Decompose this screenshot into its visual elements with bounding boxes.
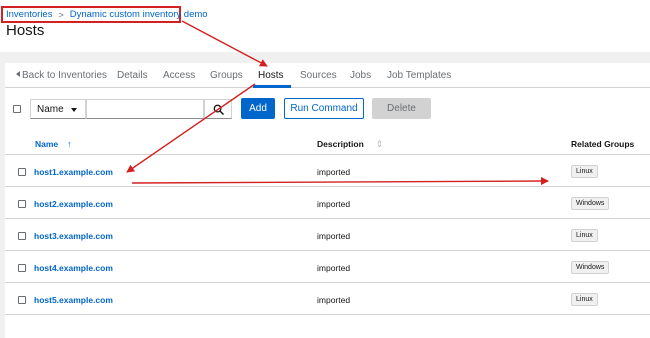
group-chip: Linux xyxy=(571,229,598,242)
tab-access[interactable]: Access xyxy=(163,70,195,81)
row-checkbox[interactable] xyxy=(18,264,26,272)
table-row: host2.example.com imported Windows xyxy=(5,188,650,219)
breadcrumb: Inventories > Dynamic custom inventory d… xyxy=(1,6,208,23)
tab-groups[interactable]: Groups xyxy=(210,70,243,81)
group-chip: Windows xyxy=(571,197,610,210)
host-description: imported xyxy=(317,263,351,273)
page-header: Inventories > Dynamic custom inventory d… xyxy=(0,0,650,52)
tab-bar: Back to Inventories Details Access Group… xyxy=(5,63,650,88)
column-header-name[interactable]: Name ↑ xyxy=(35,139,72,149)
host-description: imported xyxy=(317,199,351,209)
column-header-description-label: Description xyxy=(317,139,364,149)
tab-sources[interactable]: Sources xyxy=(300,70,337,81)
toolbar: Name Add Run Command Delete xyxy=(5,97,650,123)
tab-hosts[interactable]: Hosts xyxy=(258,70,284,81)
table-row: host5.example.com imported Linux xyxy=(5,284,650,315)
table-row: host3.example.com imported Linux xyxy=(5,220,650,251)
table-row: host1.example.com imported Linux xyxy=(5,156,650,187)
host-description: imported xyxy=(317,295,351,305)
tab-job-templates[interactable]: Job Templates xyxy=(387,70,451,81)
filter-select-value: Name xyxy=(37,103,64,115)
row-checkbox[interactable] xyxy=(18,232,26,240)
host-description: imported xyxy=(317,231,351,241)
tab-jobs[interactable]: Jobs xyxy=(350,70,371,81)
search-button[interactable] xyxy=(204,99,232,119)
page-title: Hosts xyxy=(6,22,45,39)
tab-details[interactable]: Details xyxy=(117,70,148,81)
breadcrumb-inventory-name[interactable]: Dynamic custom inventory demo xyxy=(70,9,208,20)
tab-back-label: Back to Inventories xyxy=(22,70,108,81)
column-header-description[interactable]: Description ⇕ xyxy=(317,139,383,150)
breadcrumb-separator: > xyxy=(58,9,64,20)
table-row: host4.example.com imported Windows xyxy=(5,252,650,283)
row-checkbox[interactable] xyxy=(18,296,26,304)
host-name-link[interactable]: host3.example.com xyxy=(34,231,113,241)
search-icon xyxy=(213,104,224,115)
active-tab-indicator xyxy=(253,85,291,88)
host-name-link[interactable]: host4.example.com xyxy=(34,263,113,273)
group-chip: Linux xyxy=(571,293,598,306)
group-chip: Windows xyxy=(571,261,610,274)
host-name-link[interactable]: host5.example.com xyxy=(34,295,113,305)
group-chip: Linux xyxy=(571,165,598,178)
delete-button[interactable]: Delete xyxy=(372,98,431,119)
select-all-checkbox[interactable] xyxy=(13,105,21,113)
column-header-name-label: Name xyxy=(35,139,59,149)
column-header-related-groups: Related Groups xyxy=(571,139,635,149)
breadcrumb-inventories[interactable]: Inventories xyxy=(6,9,52,20)
host-name-link[interactable]: host2.example.com xyxy=(34,199,113,209)
chevron-down-icon xyxy=(71,108,77,112)
sort-ascending-icon: ↑ xyxy=(67,139,72,149)
tab-back-to-inventories[interactable]: Back to Inventories xyxy=(16,70,107,81)
add-button[interactable]: Add xyxy=(241,98,275,119)
caret-left-icon xyxy=(16,71,20,77)
table-header: Name ↑ Description ⇕ Related Groups xyxy=(5,135,650,155)
sort-icon: ⇕ xyxy=(375,139,384,149)
run-command-button[interactable]: Run Command xyxy=(284,98,364,119)
host-name-link[interactable]: host1.example.com xyxy=(34,167,113,177)
host-description: imported xyxy=(317,167,351,177)
filter-select[interactable]: Name xyxy=(30,99,86,119)
row-checkbox[interactable] xyxy=(18,168,26,176)
search-input[interactable] xyxy=(86,99,204,119)
row-checkbox[interactable] xyxy=(18,200,26,208)
hosts-card: Back to Inventories Details Access Group… xyxy=(5,63,650,338)
